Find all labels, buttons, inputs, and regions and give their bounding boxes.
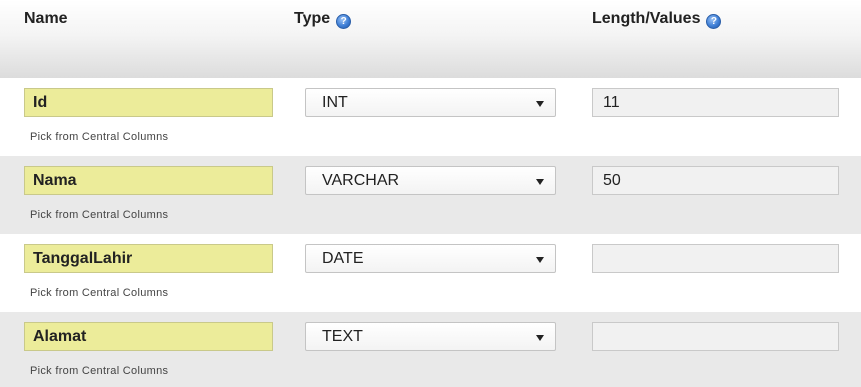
column-name-field[interactable]: Nama xyxy=(24,166,273,195)
type-select[interactable]: TEXT xyxy=(305,322,556,351)
pick-from-central-columns-link[interactable]: Pick from Central Columns xyxy=(30,131,168,143)
pick-from-central-columns-link[interactable]: Pick from Central Columns xyxy=(30,287,168,299)
type-select[interactable]: DATE xyxy=(305,244,556,273)
table-row: Alamat Pick from Central Columns TEXT xyxy=(0,312,861,387)
chevron-down-icon xyxy=(536,257,544,263)
column-name-field[interactable]: Id xyxy=(24,88,273,117)
table-row: TanggalLahir Pick from Central Columns D… xyxy=(0,234,861,312)
length-values-field[interactable] xyxy=(592,244,839,273)
pick-from-central-columns-link[interactable]: Pick from Central Columns xyxy=(30,365,168,377)
type-select-value: DATE xyxy=(322,250,364,267)
length-header-label: Length/Values xyxy=(592,10,701,27)
pick-from-central-columns-link[interactable]: Pick from Central Columns xyxy=(30,209,168,221)
chevron-down-icon xyxy=(536,179,544,185)
type-column-header: Type ? xyxy=(294,10,352,29)
type-select[interactable]: INT xyxy=(305,88,556,117)
length-values-field[interactable] xyxy=(592,322,839,351)
length-values-field[interactable]: 50 xyxy=(592,166,839,195)
help-icon[interactable]: ? xyxy=(706,13,722,29)
column-name-field[interactable]: Alamat xyxy=(24,322,273,351)
type-header-label: Type xyxy=(294,10,331,27)
type-select-value: INT xyxy=(322,94,348,111)
chevron-down-icon xyxy=(536,335,544,341)
type-select-value: VARCHAR xyxy=(322,172,400,189)
type-select[interactable]: VARCHAR xyxy=(305,166,556,195)
length-column-header: Length/Values ? xyxy=(592,10,722,29)
type-select-value: TEXT xyxy=(322,328,363,345)
length-values-field[interactable]: 11 xyxy=(592,88,839,117)
help-icon[interactable]: ? xyxy=(336,13,352,29)
table-row: Id Pick from Central Columns INT 11 xyxy=(0,78,861,156)
name-column-header: Name xyxy=(24,10,68,28)
column-header-bar: Name Type ? Length/Values ? xyxy=(0,0,861,78)
table-row: Nama Pick from Central Columns VARCHAR 5… xyxy=(0,156,861,234)
chevron-down-icon xyxy=(536,101,544,107)
name-header-label: Name xyxy=(24,10,68,27)
column-name-field[interactable]: TanggalLahir xyxy=(24,244,273,273)
